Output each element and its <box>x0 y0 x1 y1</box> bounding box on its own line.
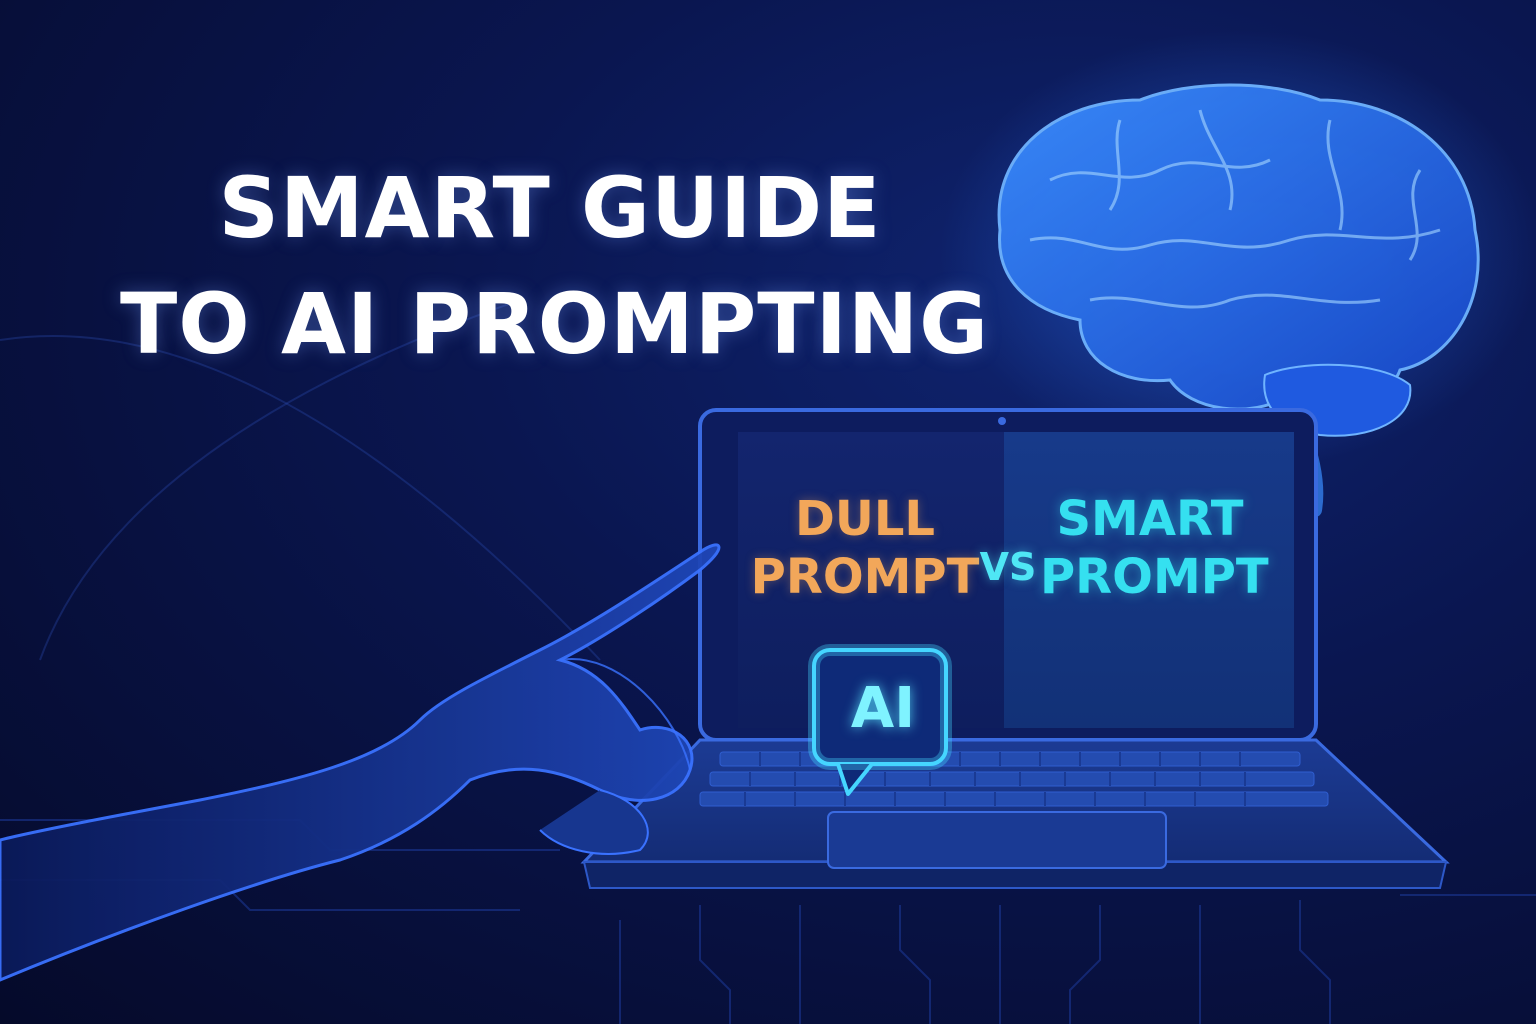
smart-line-1: SMART <box>1056 491 1244 547</box>
page-title: SMART GUIDE TO AI PROMPTING <box>120 150 990 382</box>
laptop-icon <box>580 408 1450 889</box>
title-line-2: TO AI PROMPTING <box>120 275 990 373</box>
dull-line-2: PROMPT <box>750 549 980 605</box>
smart-prompt-label: SMART PROMPT <box>1040 490 1269 606</box>
hero-illustration: SMART GUIDE TO AI PROMPTING DULL PROMPT … <box>0 0 1536 1024</box>
dull-line-1: DULL <box>795 491 935 547</box>
vs-label: VS <box>979 545 1037 589</box>
dull-prompt-label: DULL PROMPT <box>750 490 980 606</box>
smart-line-2: PROMPT <box>1040 549 1269 605</box>
title-line-1: SMART GUIDE <box>218 159 882 257</box>
hand-icon <box>0 543 721 982</box>
ai-badge-label: AI <box>850 675 916 741</box>
